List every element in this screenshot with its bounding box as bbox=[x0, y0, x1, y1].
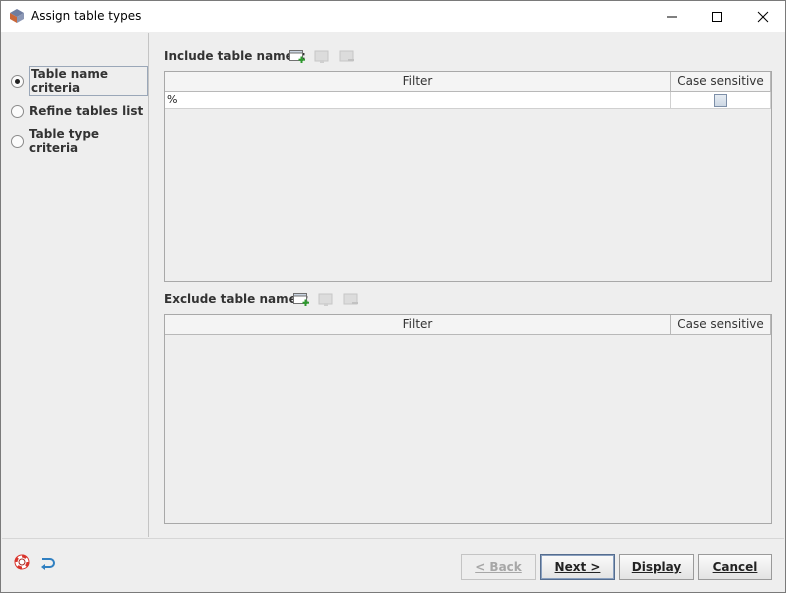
add-row-icon[interactable] bbox=[288, 48, 306, 64]
radio-unselected[interactable] bbox=[11, 104, 24, 118]
minimize-icon bbox=[667, 16, 677, 17]
table-row[interactable]: % bbox=[165, 92, 771, 109]
remove-row-icon[interactable] bbox=[338, 48, 356, 64]
case-sensitive-cell[interactable] bbox=[671, 92, 771, 109]
filter-column-header[interactable]: Filter bbox=[165, 72, 671, 92]
edit-row-icon[interactable] bbox=[313, 48, 331, 64]
step-label: Table name criteria bbox=[29, 66, 148, 96]
close-button[interactable] bbox=[740, 1, 786, 32]
window-title: Assign table types bbox=[31, 9, 142, 23]
step-navigation: Table name criteria Refine tables list T… bbox=[2, 33, 149, 537]
include-table: Filter Case sensitive % bbox=[164, 71, 772, 282]
exclude-table-names-label: Exclude table names: bbox=[164, 292, 309, 306]
close-icon bbox=[757, 11, 769, 22]
title-bar: Assign table types bbox=[1, 1, 785, 32]
exclude-table-header: Filter Case sensitive bbox=[165, 315, 771, 335]
case-sensitive-checkbox[interactable] bbox=[714, 93, 727, 107]
app-logo-icon bbox=[10, 9, 24, 23]
help-lifebuoy-icon[interactable] bbox=[14, 554, 30, 570]
maximize-icon bbox=[712, 11, 722, 22]
case-sensitive-column-header[interactable]: Case sensitive bbox=[671, 315, 771, 335]
assign-table-types-dialog: Assign table types Table name criteria R… bbox=[0, 0, 786, 593]
radio-unselected[interactable] bbox=[11, 134, 24, 148]
maximize-button[interactable] bbox=[694, 1, 740, 32]
radio-selected[interactable] bbox=[11, 74, 24, 88]
filter-cell[interactable]: % bbox=[165, 92, 671, 109]
next-button[interactable]: Next > bbox=[540, 554, 615, 580]
edit-row-icon[interactable] bbox=[317, 291, 335, 307]
step-label: Refine tables list bbox=[29, 104, 144, 118]
step-refine-tables-list[interactable]: Refine tables list bbox=[11, 102, 143, 120]
display-button[interactable]: Display bbox=[619, 554, 694, 580]
cancel-button[interactable]: Cancel bbox=[698, 554, 772, 580]
step-label: Table type criteria bbox=[29, 127, 100, 155]
exclude-table: Filter Case sensitive bbox=[164, 314, 772, 524]
minimize-button[interactable] bbox=[649, 1, 695, 32]
filter-column-header[interactable]: Filter bbox=[165, 315, 671, 335]
remove-row-icon[interactable] bbox=[342, 291, 360, 307]
add-row-icon[interactable] bbox=[292, 291, 310, 307]
footer-divider bbox=[2, 538, 784, 539]
case-sensitive-column-header[interactable]: Case sensitive bbox=[671, 72, 771, 92]
step-table-name-criteria[interactable]: Table name criteria bbox=[11, 66, 148, 96]
back-button[interactable]: < Back bbox=[461, 554, 536, 580]
include-table-names-label: Include table names: bbox=[164, 49, 306, 63]
step-table-type-criteria[interactable]: Table type criteria bbox=[11, 127, 148, 155]
include-table-header: Filter Case sensitive bbox=[165, 72, 771, 92]
reset-arrow-icon[interactable] bbox=[39, 555, 55, 571]
